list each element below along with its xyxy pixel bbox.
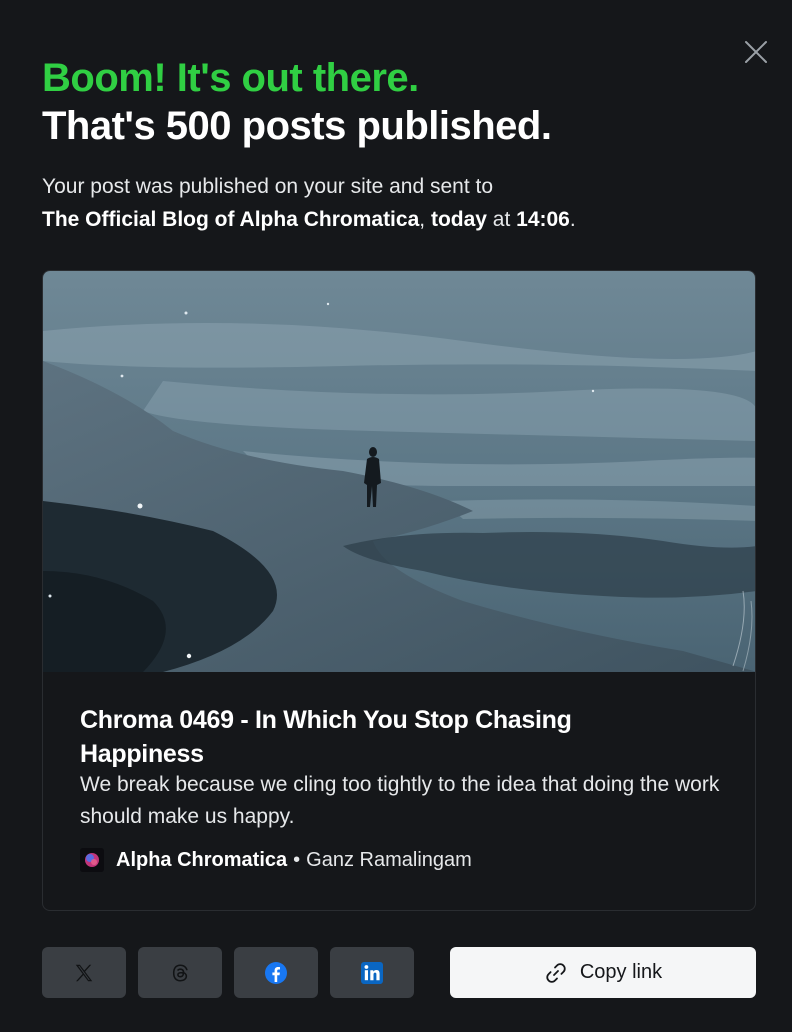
summary-prefix: Your post was published on your site and… <box>42 175 494 198</box>
publish-success-modal: Boom! It's out there. That's 500 posts p… <box>0 0 792 1032</box>
headline-secondary: That's 500 posts published. <box>42 104 552 148</box>
publish-day: today <box>430 208 487 231</box>
headline-primary: Boom! It's out there. <box>42 56 419 100</box>
copy-link-button[interactable]: Copy link <box>450 947 756 998</box>
share-x-button[interactable] <box>42 947 126 998</box>
publish-summary: Your post was published on your site and… <box>42 170 742 236</box>
share-facebook-button[interactable] <box>234 947 318 998</box>
threads-icon <box>172 963 188 982</box>
summary-comma: , <box>419 208 426 231</box>
newsletter-name: The Official Blog of Alpha Chromatica <box>42 208 420 231</box>
share-actions: Copy link <box>42 947 756 998</box>
close-icon <box>745 41 767 63</box>
summary-at: at <box>486 208 517 231</box>
site-name: Alpha Chromatica <box>116 848 288 871</box>
copy-link-label: Copy link <box>579 961 663 983</box>
post-title: Chroma 0469 - In Which You Stop Chasing … <box>80 706 572 768</box>
linkedin-icon <box>361 961 383 984</box>
share-threads-button[interactable] <box>138 947 222 998</box>
post-feature-image <box>43 271 755 672</box>
facebook-icon <box>265 961 287 984</box>
share-linkedin-button[interactable] <box>330 947 414 998</box>
meta-separator: • <box>293 848 301 871</box>
close-button[interactable] <box>740 36 772 68</box>
site-logo-icon <box>80 848 104 872</box>
post-meta: Alpha Chromatica • Ganz Ramalingam <box>80 847 472 873</box>
post-preview-card[interactable]: Chroma 0469 - In Which You Stop Chasing … <box>42 270 756 911</box>
link-icon <box>546 962 566 983</box>
x-twitter-icon <box>75 964 93 981</box>
post-author: Ganz Ramalingam <box>306 848 472 871</box>
publish-time: 14:06 <box>516 208 570 231</box>
summary-period: . <box>569 208 576 231</box>
post-excerpt: We break because we cling too tightly to… <box>80 773 720 828</box>
